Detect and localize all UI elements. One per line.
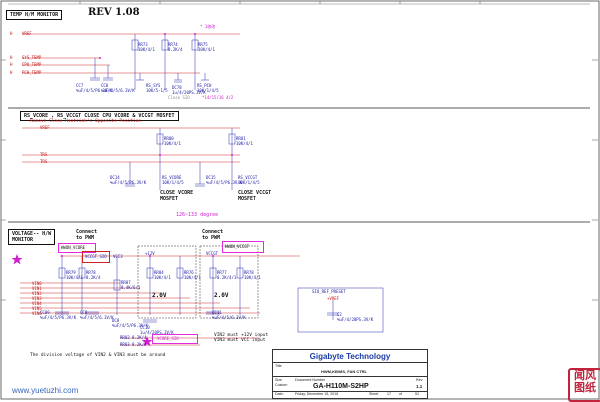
hwon-vccgt-label: HWON_VCCGT [225, 244, 250, 249]
vcore-input-label: TRS [40, 152, 48, 157]
vccgt-label: VCCGT [206, 251, 219, 256]
modification-note: * 1修改 [200, 24, 216, 29]
vcore-part-label: DC14 %uF/4/5/P6.3V/K [110, 175, 147, 185]
sheet-number: 17 [387, 392, 391, 396]
vccgt-sio-label: VCCGT_SIO [85, 254, 107, 259]
company-name: Gigabyte Technology [309, 352, 391, 361]
sheet-total: 51 [415, 392, 419, 396]
temp-signal-label: CPU_TEMP [22, 62, 42, 67]
voltage-readout: 2.0V [214, 292, 229, 299]
capacitor-label: RS_PCH 10K/1/4/5 [197, 83, 219, 93]
document-number: GA-H110M-S2HP [313, 383, 369, 390]
resistor-label: RR74 8.2K/4 [168, 42, 183, 52]
connect-pwm-note: Connect to PWM [76, 229, 98, 241]
resistor-label: RR87 8.4K/6/1 [121, 280, 141, 290]
resistor-label: RR80 10K/4/1 [164, 136, 181, 146]
close-sio-note: Close SIO [168, 95, 190, 100]
schematic-wires [0, 0, 600, 400]
vcore-sio-label: VCORE_SIO [157, 336, 179, 341]
date-value: Friday, December 15, 2016 [295, 392, 339, 396]
capacitor-label: CC8 %uF/4/5/6.3V/K [101, 83, 135, 93]
resistor-label: RR78 8.2K/4 [86, 270, 101, 280]
size-value: Custom [275, 383, 288, 387]
rev-field-label: Rev [416, 378, 423, 382]
aux-net-label: +VREF [327, 296, 340, 301]
capacitor-label: RS_SYS 10K/5-1/5 [146, 83, 168, 93]
vcore-input-label: VREF [40, 125, 50, 130]
sheet-of-label: of [399, 392, 402, 396]
degree-range-note: 126~133 degree [176, 212, 219, 218]
aux-label: SIO_REF_PRESET [312, 289, 346, 294]
resistor-label: RR81 10K/4/1 [236, 136, 253, 146]
temp-signal-label: PCH_TEMP [22, 70, 42, 75]
title-field-label: Title [275, 364, 282, 368]
capacitor-label: CC11 %uF/4/5/6.3V/K [212, 310, 246, 320]
resistor-label: RR75 10K/4/1 [198, 42, 215, 52]
date-field-label: Date: [275, 392, 284, 396]
aux-cap-label: C2 %uF/4/20PS.3V/K [337, 312, 374, 322]
close-vccgt-note: CLOSE VCCGT MOSFET [238, 190, 272, 202]
plus12v-label: +12V [145, 251, 155, 256]
schematic-title: HWM,KB/MS, FAN CTRL [321, 369, 367, 374]
rev-value: 1.1 [416, 384, 423, 389]
vcore-part-label: RS_VCORE 10K/1/4/5 [162, 175, 184, 185]
bottom-resistor-label: RR82 8.2K/4 [120, 335, 147, 340]
temp-signal-label: VREF [22, 31, 32, 36]
close-vcore-note: CLOSE VCORE MOSFET [160, 190, 194, 202]
vin3-note: VIN3 must VCC input [214, 338, 266, 343]
seal-text: 闻风 图纸 [574, 369, 596, 394]
size-field-label: Size [275, 378, 282, 382]
voltage-readout: 2.0V [152, 292, 167, 299]
title-block: Gigabyte Technology Title HWM,KB/MS, FAN… [272, 349, 428, 399]
division-note: The division voltage of VIN2 & VIN3 must… [30, 353, 166, 358]
temp-signal-label: SYS_TEMP [22, 55, 42, 60]
resistor-label: RR76 10K/4/1 [184, 270, 201, 280]
vcore-part-label: DC15 %uF/4/5/P6.3V/K [206, 175, 243, 185]
revision-label: REV 1.08 [88, 7, 140, 18]
capacitor-label: CC8 %uF/4/5/6.3V/K [80, 310, 114, 320]
vcore-title-note: Remove Close Heatsink's Opposite Positio… [30, 119, 142, 124]
capacitor-label: CC09 %uF/4/5/P6.3V/K [40, 310, 77, 320]
bottom-resistor-label: RR83 8.2K/4 [120, 342, 147, 347]
watermark-seal: 闻风 图纸 [568, 368, 600, 402]
resistor-label: RR79 10K/4/1 [66, 270, 83, 280]
schematic-sheet: TEMP H/M MONITOR REV 1.08 * 1修改 VREF SYS… [0, 0, 600, 402]
sheet-field-label: Sheet [369, 392, 379, 396]
temp-monitor-section-title: TEMP H/M MONITOR [6, 10, 63, 20]
vcore-input-label: TRS [40, 159, 48, 164]
resistor-label: RR78 10K/4/1 [244, 270, 261, 280]
resistor-label: RR84 10K/4/1 [154, 270, 171, 280]
vcc3-label: VCC3 [113, 254, 123, 259]
docnum-field-label: Document Number [295, 378, 326, 382]
resistor-label: RR73 10K/4/1 [138, 42, 155, 52]
vcore-part-label: RS_VCCGT 10K/1/4/5 [238, 175, 260, 185]
voltage-section-title: VOLTAGE-- H/W MONITOR [8, 229, 56, 245]
watermark-url: www.yuetuzhi.com [12, 386, 79, 395]
connect-pwm-note: Connect to PWM [202, 229, 224, 241]
resistor-label: RR77 8.2K/4/1 [217, 270, 237, 280]
temp-footnote: *14/15/16 4/2 [202, 95, 234, 100]
hwon-vcore-label: HWON_VCORE [61, 245, 86, 250]
